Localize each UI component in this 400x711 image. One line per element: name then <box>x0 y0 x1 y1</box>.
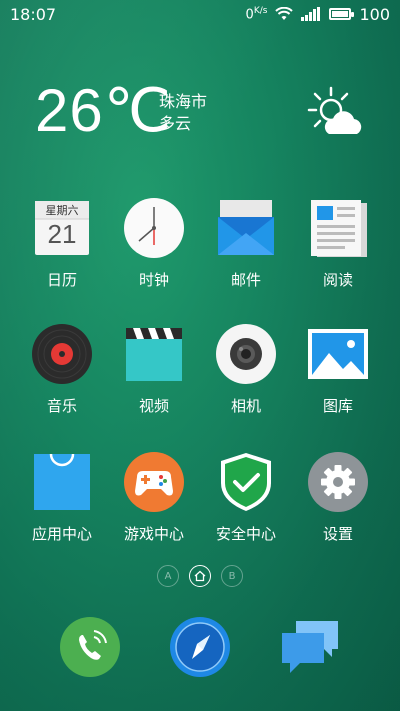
app-video[interactable]: 视频 <box>109 323 199 415</box>
app-reader[interactable]: 阅读 <box>293 197 383 289</box>
compass-icon <box>170 617 230 677</box>
net-speed: 0K/s <box>246 6 268 22</box>
status-time: 18:07 <box>10 4 57 24</box>
page-indicator-b[interactable]: B <box>221 565 243 587</box>
reader-icon <box>307 197 369 259</box>
app-label: 阅读 <box>322 271 353 289</box>
wifi-icon <box>275 7 294 20</box>
app-clock[interactable]: 时钟 <box>109 197 199 289</box>
sun-cloud-icon <box>307 86 362 134</box>
battery-fill <box>332 11 349 17</box>
app-store-icon <box>31 451 93 513</box>
phone-icon <box>60 617 120 677</box>
app-label: 游戏中心 <box>123 525 184 543</box>
weather-widget[interactable]: 26℃ 珠海市 多云 <box>35 77 375 150</box>
app-mail[interactable]: 邮件 <box>201 197 291 289</box>
app-calendar[interactable]: 星期六 21 日历 <box>17 197 107 289</box>
app-label: 音乐 <box>46 397 77 415</box>
app-label: 时钟 <box>138 271 169 289</box>
battery-icon <box>329 8 355 20</box>
signal-icon <box>301 7 321 21</box>
clock-icon <box>123 197 185 259</box>
page-indicator-a[interactable]: A <box>157 565 179 587</box>
app-label: 日历 <box>46 271 77 289</box>
security-icon <box>215 451 277 513</box>
calendar-icon: 星期六 21 <box>31 197 93 259</box>
app-gallery[interactable]: 图库 <box>293 323 383 415</box>
messages-icon <box>282 621 338 673</box>
temperature: 26℃ <box>35 77 173 144</box>
home-icon <box>194 570 206 582</box>
app-music[interactable]: 音乐 <box>17 323 107 415</box>
camera-icon <box>215 323 277 385</box>
status-bar: 18:07 0K/s 100 <box>0 0 400 28</box>
settings-icon <box>307 451 369 513</box>
app-label: 安全中心 <box>215 525 276 543</box>
net-speed-unit: K/s <box>253 5 268 16</box>
app-label: 邮件 <box>230 271 261 289</box>
page-indicators: A B <box>0 565 400 587</box>
video-icon <box>123 323 185 385</box>
battery-level: 100 <box>359 4 390 24</box>
weather-city: 珠海市 <box>159 92 208 111</box>
calendar-day: 21 <box>47 219 77 249</box>
status-icons: 0K/s 100 <box>246 5 390 24</box>
music-icon <box>31 323 93 385</box>
app-camera[interactable]: 相机 <box>201 323 291 415</box>
app-game-center[interactable]: 游戏中心 <box>109 451 199 543</box>
app-label: 图库 <box>322 397 353 415</box>
app-security[interactable]: 安全中心 <box>201 451 291 543</box>
weather-condition: 多云 <box>159 114 192 133</box>
app-label: 设置 <box>322 525 353 543</box>
app-label: 应用中心 <box>31 525 92 543</box>
app-label: 视频 <box>138 397 169 415</box>
app-settings[interactable]: 设置 <box>293 451 383 543</box>
mail-icon <box>215 197 277 259</box>
game-center-icon <box>123 451 185 513</box>
dock-browser[interactable] <box>168 615 232 679</box>
gallery-icon <box>307 323 369 385</box>
calendar-weekday: 星期六 <box>45 204 79 217</box>
app-label: 相机 <box>230 397 261 415</box>
net-speed-value: 0 <box>245 7 254 23</box>
dock-messages[interactable] <box>278 615 342 679</box>
page-indicator-home[interactable] <box>189 565 211 587</box>
app-app-store[interactable]: 应用中心 <box>17 451 107 543</box>
dock-phone[interactable] <box>58 615 122 679</box>
